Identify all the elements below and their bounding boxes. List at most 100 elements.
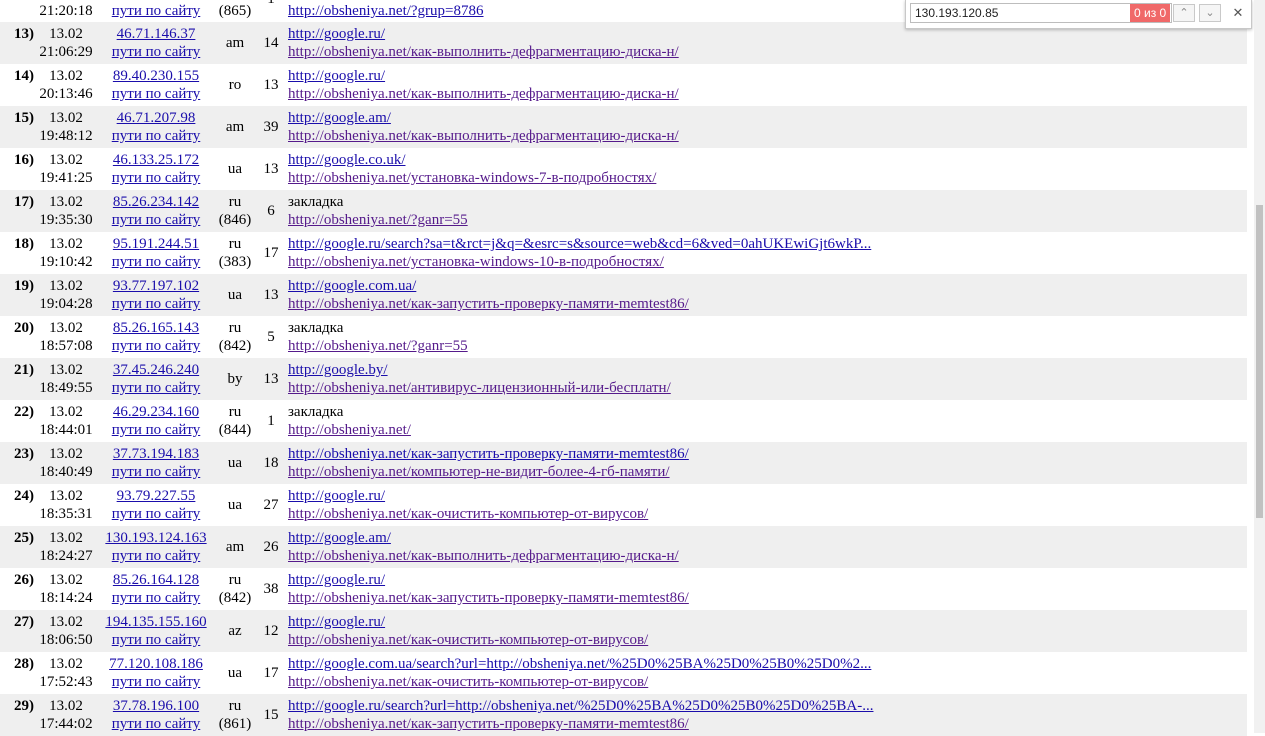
path-link[interactable]: пути по сайту: [100, 295, 212, 313]
referrer-link[interactable]: http://google.ru/search?sa=t&rct=j&q=&es…: [288, 235, 871, 253]
referrer-link[interactable]: http://google.am/: [288, 109, 679, 127]
visit-count: (842): [218, 590, 252, 606]
visit-date: 13.02: [49, 236, 83, 252]
visit-time: 19:48:12: [39, 128, 93, 144]
visit-country-cell: ru (844): [212, 403, 258, 439]
page-link[interactable]: http://obsheniya.net/компьютер-не-видит-…: [288, 463, 689, 481]
ip-link[interactable]: 46.133.25.172: [100, 151, 212, 169]
visit-datetime: 13.02 21:06:29: [36, 25, 96, 61]
referrer-link[interactable]: http://google.ru/: [288, 67, 679, 85]
visit-country-cell: ru (383): [212, 235, 258, 271]
ip-link[interactable]: 85.26.165.143: [100, 319, 212, 337]
path-link[interactable]: пути по сайту: [100, 715, 212, 733]
referrer-link[interactable]: http://obsheniya.net/как-запустить-прове…: [288, 445, 689, 463]
page-link[interactable]: http://obsheniya.net/антивирус-лицензион…: [288, 379, 671, 397]
ip-link[interactable]: 37.45.246.240: [100, 361, 212, 379]
path-link[interactable]: пути по сайту: [100, 547, 212, 565]
row-number: 23): [14, 446, 34, 462]
page-link[interactable]: http://obsheniya.net/как-запустить-прове…: [288, 715, 873, 733]
path-link[interactable]: пути по сайту: [100, 127, 212, 145]
ip-link[interactable]: 46.71.207.98: [100, 109, 212, 127]
path-link[interactable]: пути по сайту: [100, 169, 212, 187]
path-link[interactable]: пути по сайту: [100, 505, 212, 523]
path-link[interactable]: пути по сайту: [100, 253, 212, 271]
table-body: 13) 13.02 21:06:29 46.71.146.37 пути по сайт…: [0, 22, 1247, 736]
row-number: 29): [14, 698, 34, 714]
page-link[interactable]: http://obsheniya.net/установка-windows-1…: [288, 253, 871, 271]
path-link[interactable]: пути по сайту: [100, 85, 212, 103]
path-link[interactable]: пути по сайту: [100, 631, 212, 649]
ip-link[interactable]: 85.26.234.142: [100, 193, 212, 211]
scrollbar-thumb[interactable]: [1256, 205, 1263, 518]
table-row: 28) 13.02 17:52:43 77.120.108.186 пути по са…: [0, 652, 1247, 694]
referrer-link[interactable]: http://google.ru/: [288, 487, 648, 505]
visit-time: 18:44:01: [39, 422, 93, 438]
page-link[interactable]: http://obsheniya.net/как-выполнить-дефра…: [288, 43, 679, 61]
visit-datetime: 13.02 18:57:08: [36, 319, 96, 355]
visit-hits: 17: [263, 665, 279, 681]
path-link[interactable]: пути по сайту: [100, 673, 212, 691]
visit-time: 19:41:25: [39, 170, 93, 186]
ip-link[interactable]: 37.73.194.183: [100, 445, 212, 463]
referrer-link[interactable]: http://google.by/: [288, 361, 671, 379]
chevron-down-icon[interactable]: ⌄: [1199, 4, 1221, 22]
referrer-link[interactable]: http://google.am/: [288, 529, 679, 547]
path-link[interactable]: пути по сайту: [100, 2, 212, 20]
page-link[interactable]: http://obsheniya.net/как-очистить-компью…: [288, 505, 648, 523]
referrer-link[interactable]: http://google.com.ua/: [288, 277, 689, 295]
referrer-link[interactable]: http://google.com.ua/search?url=http://o…: [288, 655, 871, 673]
path-link[interactable]: пути по сайту: [100, 379, 212, 397]
path-link[interactable]: пути по сайту: [100, 421, 212, 439]
page-link[interactable]: http://obsheniya.net/как-выполнить-дефра…: [288, 547, 679, 565]
visit-ip-cell: 85.26.165.143 пути по сайту: [100, 319, 212, 355]
page-link[interactable]: http://obsheniya.net/?ganr=55: [288, 211, 468, 229]
page-link[interactable]: http://obsheniya.net/?grup=8786: [288, 2, 484, 20]
page-link[interactable]: http://obsheniya.net/?ganr=55: [288, 337, 468, 355]
ip-link[interactable]: 85.26.164.128: [100, 571, 212, 589]
visit-ip-cell: 37.45.246.240 пути по сайту: [100, 361, 212, 397]
visit-ip-cell: 46.71.146.37 пути по сайту: [100, 25, 212, 61]
visit-date: 13.02: [49, 656, 83, 672]
visit-date: 13.02: [49, 278, 83, 294]
ip-link[interactable]: 46.29.234.160: [100, 403, 212, 421]
page-link[interactable]: http://obsheniya.net/установка-windows-7…: [288, 169, 656, 187]
chevron-up-icon[interactable]: ⌃: [1173, 4, 1195, 22]
path-link[interactable]: пути по сайту: [100, 337, 212, 355]
ip-link[interactable]: 37.78.196.100: [100, 697, 212, 715]
row-number: 15): [14, 110, 34, 126]
country-code: by: [227, 371, 243, 387]
page-link[interactable]: http://obsheniya.net/как-очистить-компью…: [288, 673, 871, 691]
page-link[interactable]: http://obsheniya.net/как-выполнить-дефра…: [288, 127, 679, 145]
ip-link[interactable]: 89.40.230.155: [100, 67, 212, 85]
referrer-link[interactable]: http://google.ru/: [288, 25, 679, 43]
page-link[interactable]: http://obsheniya.net/как-запустить-прове…: [288, 295, 689, 313]
visit-time: 18:24:27: [39, 548, 93, 564]
path-link[interactable]: пути по сайту: [100, 589, 212, 607]
ip-link[interactable]: 93.79.227.55: [100, 487, 212, 505]
page-link[interactable]: http://obsheniya.net/как-выполнить-дефра…: [288, 85, 679, 103]
referrer-link[interactable]: http://google.ru/search?url=http://obshe…: [288, 697, 873, 715]
ip-link[interactable]: 46.71.146.37: [100, 25, 212, 43]
close-icon[interactable]: ✕: [1229, 4, 1247, 22]
visit-date: 13.02: [49, 572, 83, 588]
visit-count: (861): [218, 716, 252, 732]
table-row: 17) 13.02 19:35:30 85.26.234.142 пути по сай…: [0, 190, 1247, 232]
path-link[interactable]: пути по сайту: [100, 463, 212, 481]
page-link[interactable]: http://obsheniya.net/как-запустить-прове…: [288, 589, 689, 607]
referrer-link[interactable]: http://google.ru/: [288, 613, 648, 631]
path-link[interactable]: пути по сайту: [100, 211, 212, 229]
ip-link[interactable]: 194.135.155.160: [100, 613, 212, 631]
vertical-scrollbar[interactable]: [1254, 0, 1265, 733]
ip-link[interactable]: 95.191.244.51: [100, 235, 212, 253]
visit-country-cell: ua: [212, 445, 258, 472]
referrer-link[interactable]: http://google.co.uk/: [288, 151, 656, 169]
visit-ip-cell: 93.77.197.102 пути по сайту: [100, 277, 212, 313]
page-link[interactable]: http://obsheniya.net/: [288, 421, 411, 439]
ip-link[interactable]: 130.193.124.163: [100, 529, 212, 547]
referrer-link[interactable]: http://google.ru/: [288, 571, 689, 589]
path-link[interactable]: пути по сайту: [100, 43, 212, 61]
page-link[interactable]: http://obsheniya.net/как-очистить-компью…: [288, 631, 648, 649]
visit-urls: http://obsheniya.net/как-запустить-прове…: [288, 445, 689, 481]
ip-link[interactable]: 93.77.197.102: [100, 277, 212, 295]
ip-link[interactable]: 77.120.108.186: [100, 655, 212, 673]
